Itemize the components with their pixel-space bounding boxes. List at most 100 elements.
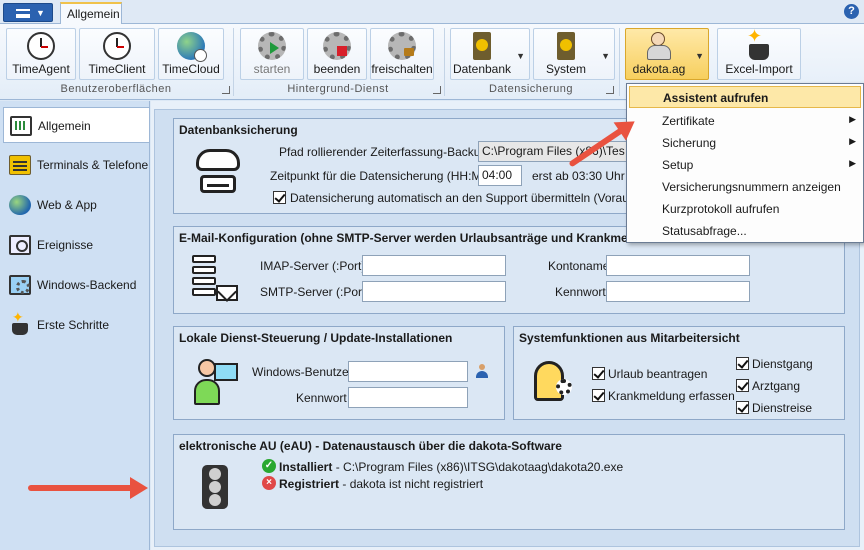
- database-tower-icon: [473, 32, 491, 60]
- monitor-chart-icon: [10, 116, 32, 136]
- tab-allgemein[interactable]: Allgemein: [60, 2, 122, 25]
- sidebar-item-web-app[interactable]: Web & App: [3, 187, 149, 223]
- menu-item-kurzprotokoll[interactable]: Kurzprotokoll aufrufen: [629, 198, 861, 220]
- group-label-hintergrund-dienst: Hintergrund-Dienst: [287, 83, 389, 95]
- windows-user-label: Windows-Benutzer: [252, 365, 353, 379]
- panel-title: Datenbanksicherung: [179, 123, 298, 137]
- sidebar-item-terminals[interactable]: Terminals & Telefone: [3, 147, 149, 183]
- person-screen-icon: [192, 359, 240, 407]
- installed-status: Installiert - C:\Program Files (x86)\ITS…: [279, 460, 623, 474]
- check-ok-icon: ✓: [262, 459, 276, 473]
- imap-server-input[interactable]: [362, 255, 506, 276]
- smtp-label: SMTP-Server (:Port): [260, 285, 370, 299]
- magic-hat-icon: [745, 26, 773, 60]
- chevron-down-icon: ▼: [601, 51, 610, 61]
- system-dropdown-button[interactable]: System ▼: [533, 28, 615, 80]
- service-password-input[interactable]: [348, 387, 468, 408]
- system-functions-panel: Systemfunktionen aus Mitarbeitersicht Ur…: [513, 326, 845, 420]
- imap-label: IMAP-Server (:Port): [260, 259, 366, 273]
- chevron-down-icon: ▼: [36, 8, 45, 18]
- business-trip-checkbox[interactable]: [736, 401, 749, 414]
- error-icon: ×: [262, 476, 276, 490]
- backup-time-label: Zeitpunkt für die Datensicherung (HH:MM): [270, 169, 496, 183]
- auto-backup-checkbox[interactable]: [273, 191, 286, 204]
- service-password-label: Kennwort: [296, 391, 347, 405]
- sick-report-label: Krankmeldung erfassen: [608, 389, 735, 403]
- group-launcher-icon[interactable]: [222, 86, 230, 94]
- windows-user-input[interactable]: [348, 361, 468, 382]
- submenu-arrow-icon: ▶: [849, 136, 856, 146]
- group-separator: [619, 28, 620, 96]
- doctor-visit-checkbox[interactable]: [736, 379, 749, 392]
- group-launcher-icon[interactable]: [606, 86, 614, 94]
- business-errand-checkbox[interactable]: [736, 357, 749, 370]
- group-separator: [444, 28, 445, 96]
- account-input[interactable]: [606, 255, 750, 276]
- sidebar-item-allgemein[interactable]: Allgemein: [3, 107, 149, 143]
- timecloud-button[interactable]: TimeCloud: [158, 28, 224, 80]
- head-gear-icon: [534, 361, 578, 409]
- stop-service-button[interactable]: beenden: [307, 28, 367, 80]
- service-panel: Lokale Dienst-Steuerung / Update-Install…: [173, 326, 505, 420]
- timeclient-button[interactable]: TimeClient: [79, 28, 155, 80]
- traffic-light-icon: [202, 465, 228, 509]
- chevron-down-icon: ▼: [516, 51, 525, 61]
- panel-title: elektronische AU (eAU) - Datenaustausch …: [179, 439, 562, 453]
- doctor-visit-label: Arztgang: [752, 379, 801, 393]
- menu-item-setup[interactable]: Setup ▶: [629, 154, 861, 176]
- timeagent-button[interactable]: TimeAgent: [6, 28, 76, 80]
- group-launcher-icon[interactable]: [433, 86, 441, 94]
- menu-item-statusabfrage[interactable]: Statusabfrage...: [629, 220, 861, 242]
- help-icon[interactable]: ?: [844, 4, 859, 19]
- gear-play-icon: [258, 32, 286, 60]
- panel-title: Systemfunktionen aus Mitarbeitersicht: [519, 331, 740, 345]
- group-separator: [233, 28, 234, 96]
- chevron-down-icon: ▼: [695, 51, 704, 61]
- sidebar-item-windows-backend[interactable]: Windows-Backend: [3, 267, 149, 303]
- magic-hat-icon: [9, 309, 31, 335]
- account-label: Kontoname: [548, 259, 610, 273]
- sidebar-item-ereignisse[interactable]: Ereignisse: [3, 227, 149, 263]
- panel-title: E-Mail-Konfiguration (ohne SMTP-Server w…: [179, 231, 628, 245]
- vacation-request-checkbox[interactable]: [592, 367, 605, 380]
- datenbank-dropdown-button[interactable]: Datenbank ▼: [450, 28, 530, 80]
- unlock-service-button[interactable]: freischalten: [370, 28, 434, 80]
- server-mail-icon: [192, 255, 240, 303]
- vacation-request-label: Urlaub beantragen: [608, 367, 708, 381]
- smtp-server-input[interactable]: [362, 281, 506, 302]
- mail-password-label: Kennwort: [555, 285, 606, 299]
- registered-status: Registriert - dakota ist nicht registrie…: [279, 477, 483, 491]
- dakota-ag-dropdown-button[interactable]: dakota.ag ▼: [625, 28, 709, 80]
- hamburger-icon: [16, 9, 30, 18]
- menu-item-versicherungsnummern[interactable]: Versicherungsnummern anzeigen: [629, 176, 861, 198]
- globe-icon: [177, 32, 207, 62]
- person-camera-icon: [645, 32, 673, 60]
- panel-title: Lokale Dienst-Steuerung / Update-Install…: [179, 331, 453, 345]
- backup-path-label: Pfad rollierender Zeiterfassung-Backups: [279, 145, 494, 159]
- submenu-arrow-icon: ▶: [849, 114, 856, 124]
- auto-backup-label: Datensicherung automatisch an den Suppor…: [290, 191, 664, 205]
- start-service-button[interactable]: starten: [240, 28, 304, 80]
- sick-report-checkbox[interactable]: [592, 389, 605, 402]
- menu-item-sicherung[interactable]: Sicherung ▶: [629, 132, 861, 154]
- app-menu-button[interactable]: ▼: [3, 3, 53, 22]
- business-trip-label: Dienstreise: [752, 401, 813, 415]
- sidebar-item-erste-schritte[interactable]: Erste Schritte: [3, 307, 149, 343]
- backup-path-field[interactable]: C:\Program Files (x86)\Tes Te: [478, 141, 638, 162]
- clock-icon: [27, 32, 55, 60]
- backup-time-note: erst ab 03:30 Uhr (u: [532, 169, 639, 183]
- business-errand-label: Dienstgang: [752, 357, 813, 371]
- eau-panel: elektronische AU (eAU) - Datenaustausch …: [173, 434, 845, 530]
- mail-password-input[interactable]: [606, 281, 750, 302]
- menu-item-assistent[interactable]: Assistent aufrufen: [629, 86, 861, 108]
- excel-import-button[interactable]: Excel-Import: [717, 26, 801, 80]
- installed-path: - C:\Program Files (x86)\ITSG\dakotaag\d…: [332, 460, 624, 474]
- menu-item-zertifikate[interactable]: Zertifikate ▶: [629, 110, 861, 132]
- user-picker-icon[interactable]: [476, 364, 488, 378]
- gear-stop-icon: [323, 32, 351, 60]
- backup-time-field[interactable]: 04:00: [478, 165, 522, 186]
- annotation-arrow-eau: [28, 477, 148, 499]
- submenu-arrow-icon: ▶: [849, 158, 856, 168]
- dakota-ag-menu: Assistent aufrufen Zertifikate ▶ Sicherun…: [626, 83, 864, 243]
- gear-unlock-icon: [388, 32, 416, 60]
